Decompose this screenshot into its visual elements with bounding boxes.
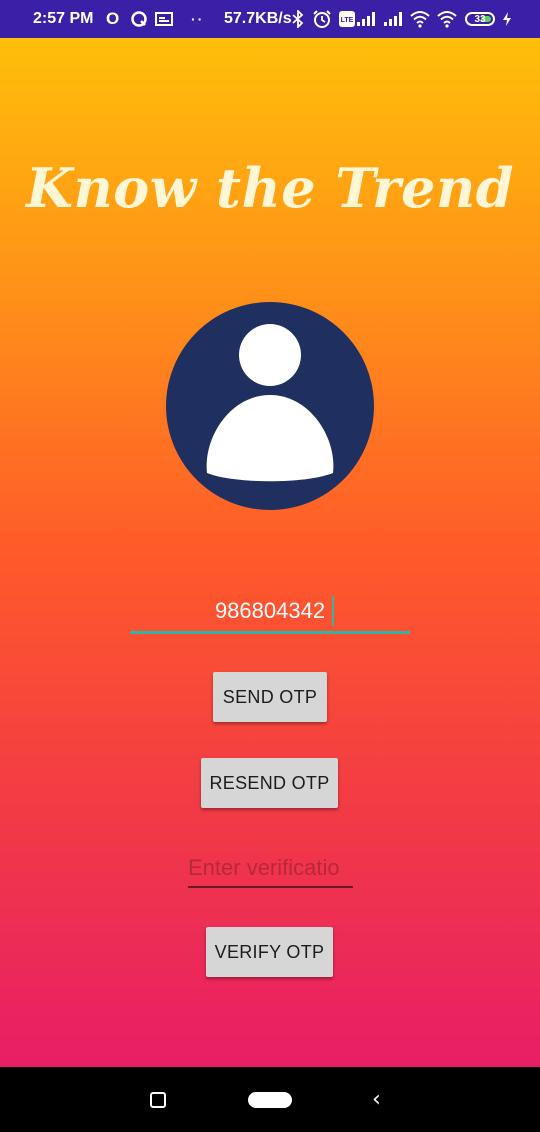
user-avatar-icon bbox=[166, 302, 374, 510]
verify-otp-button[interactable]: VERIFY OTP bbox=[206, 927, 333, 977]
q-app-icon bbox=[130, 0, 148, 38]
phone-input-wrapper bbox=[130, 590, 410, 634]
resend-otp-button[interactable]: RESEND OTP bbox=[201, 758, 338, 808]
signal-icon bbox=[383, 0, 405, 38]
navigation-bar: ‹ bbox=[0, 1067, 540, 1132]
status-bar: 2:57 PM O ·· 57.7KB/s LTE 33 bbox=[0, 0, 540, 38]
phone-number-input[interactable] bbox=[130, 590, 410, 634]
wifi-icon bbox=[436, 0, 458, 38]
opera-icon: O bbox=[106, 9, 120, 28]
battery-icon: 33 bbox=[465, 0, 495, 38]
wifi-icon bbox=[409, 0, 431, 38]
recents-icon[interactable] bbox=[150, 1092, 166, 1108]
charging-icon bbox=[502, 0, 512, 38]
bluetooth-icon bbox=[292, 0, 304, 38]
verification-code-input[interactable] bbox=[188, 850, 353, 888]
card-icon bbox=[155, 0, 173, 38]
text-cursor bbox=[332, 596, 334, 626]
app-title: Know the Trend bbox=[26, 156, 514, 220]
status-time: 2:57 PM bbox=[33, 10, 94, 27]
network-speed: 57.7KB/s bbox=[224, 10, 292, 27]
alarm-icon bbox=[312, 0, 332, 38]
signal-icon bbox=[356, 0, 378, 38]
more-notifications-icon: ·· bbox=[191, 11, 205, 27]
screen: 2:57 PM O ·· 57.7KB/s LTE 33 Know the Tr… bbox=[0, 0, 540, 1132]
svg-text:LTE: LTE bbox=[341, 17, 354, 24]
back-icon[interactable]: ‹ bbox=[372, 1087, 381, 1112]
app-content: Know the Trend SEND OTP RESEND OTP VERIF… bbox=[0, 38, 540, 1067]
volte-icon: LTE bbox=[338, 0, 356, 38]
battery-level: 33 bbox=[474, 13, 486, 25]
send-otp-button[interactable]: SEND OTP bbox=[213, 672, 327, 722]
home-icon[interactable] bbox=[248, 1092, 292, 1108]
